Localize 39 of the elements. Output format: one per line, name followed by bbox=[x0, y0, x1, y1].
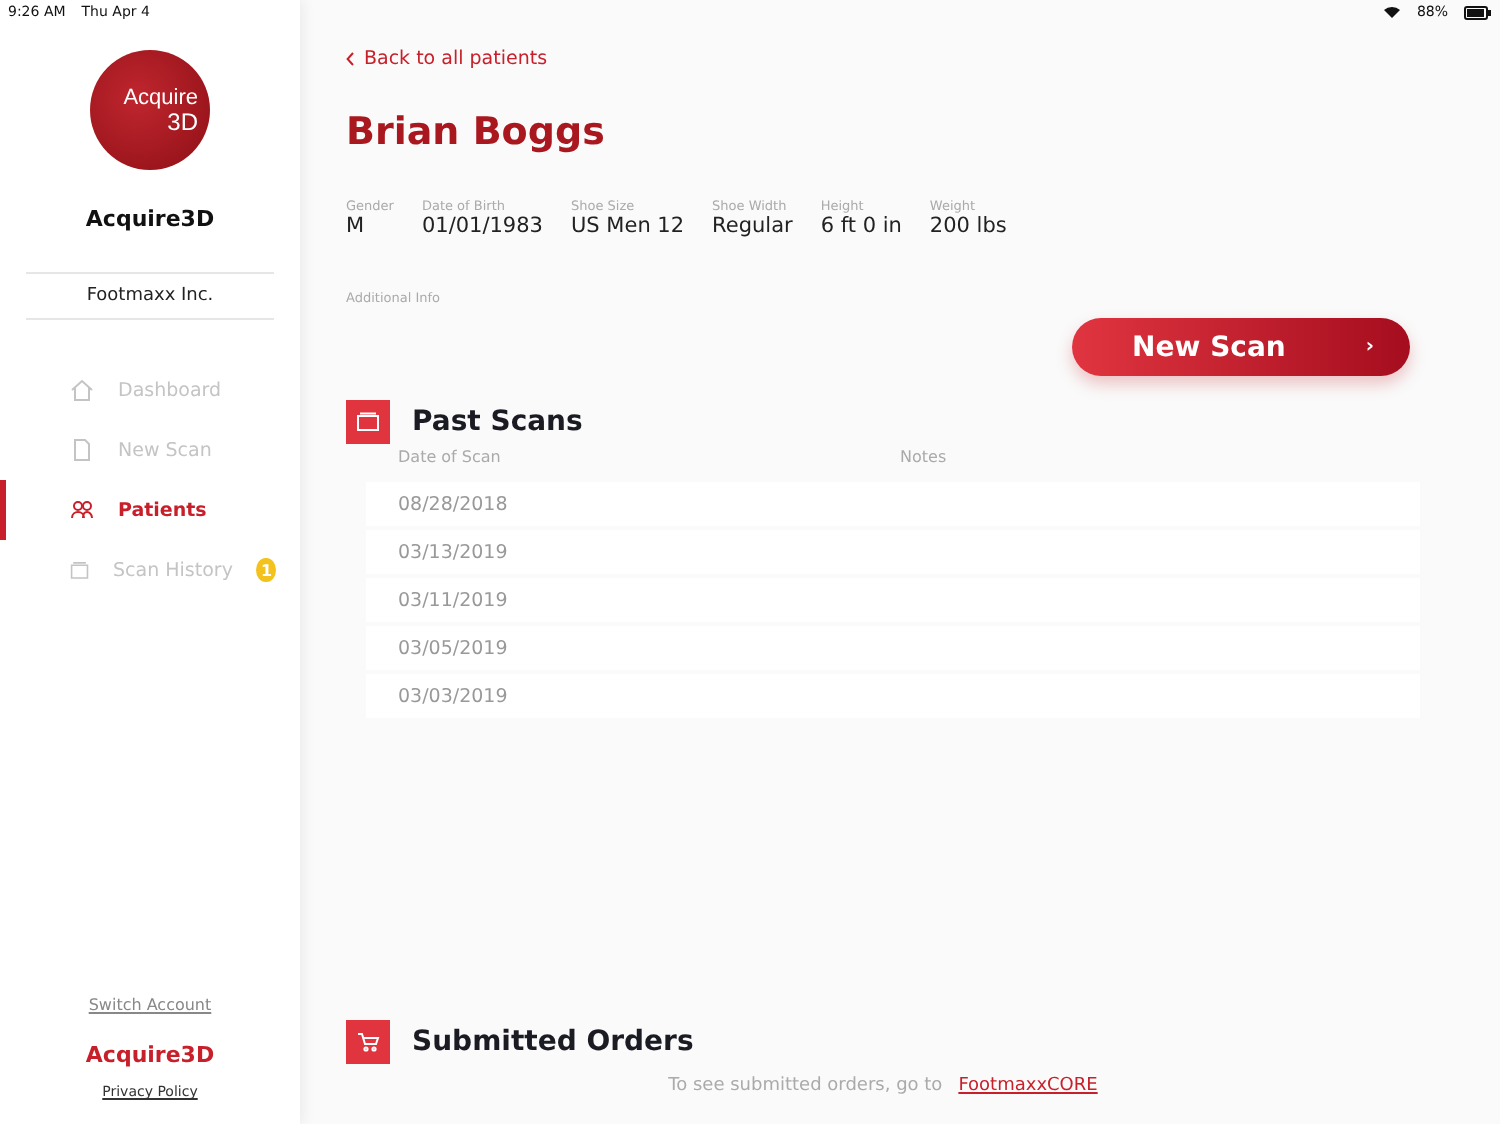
home-icon bbox=[70, 378, 94, 402]
logo: Acquire 3D bbox=[90, 50, 210, 170]
orders-message: To see submitted orders, go to bbox=[668, 1076, 943, 1096]
column-header: Notes bbox=[900, 448, 947, 466]
organization-name: Footmaxx Inc. bbox=[26, 272, 274, 320]
footer-brand: Acquire3D bbox=[85, 1042, 215, 1068]
section-title: Submitted Orders bbox=[412, 1026, 694, 1058]
scan-row[interactable]: 03/03/2019 bbox=[366, 674, 1420, 718]
battery-icon bbox=[1464, 5, 1492, 19]
patient-name: Brian Boggs bbox=[346, 110, 607, 154]
field-value: M bbox=[346, 214, 367, 238]
nav-item[interactable]: New Scan bbox=[0, 420, 300, 480]
scan-row[interactable]: 03/13/2019 bbox=[366, 530, 1420, 574]
folder-icon bbox=[70, 558, 90, 582]
nav-item[interactable]: Patients bbox=[0, 480, 300, 540]
column-header: Date of Scan bbox=[398, 448, 503, 466]
cart-icon bbox=[346, 1020, 390, 1064]
count-badge: 1 bbox=[256, 558, 276, 582]
scan-row[interactable]: 03/11/2019 bbox=[366, 578, 1420, 622]
new-scan-button[interactable]: New Scan › bbox=[1072, 318, 1410, 376]
footmaxxcore-link[interactable]: FootmaxxCORE bbox=[958, 1076, 1098, 1096]
people-icon bbox=[70, 498, 94, 522]
field-value: 6 ft 0 in bbox=[820, 214, 902, 238]
nav-item[interactable]: Scan History 1 bbox=[0, 540, 300, 600]
app-name: Acquire3D bbox=[85, 206, 215, 232]
field-value: 01/01/1983 bbox=[421, 214, 543, 238]
folder-icon bbox=[346, 400, 390, 444]
field-value: US Men 12 bbox=[570, 214, 685, 238]
scan-row[interactable]: 08/28/2018 bbox=[366, 482, 1420, 526]
wifi-icon bbox=[1384, 6, 1401, 18]
field-value: Regular bbox=[712, 214, 793, 238]
chevron-left-icon bbox=[346, 52, 354, 66]
field-value: 200 lbs bbox=[929, 214, 1007, 238]
back-link[interactable]: Back to all patients bbox=[346, 48, 1420, 70]
section-title: Past Scans bbox=[412, 406, 583, 438]
scan-row[interactable]: 03/05/2019 bbox=[366, 626, 1420, 670]
switch-account-link[interactable]: Switch Account bbox=[88, 996, 212, 1014]
nav-item[interactable]: Dashboard bbox=[0, 360, 300, 420]
document-icon bbox=[70, 438, 94, 462]
